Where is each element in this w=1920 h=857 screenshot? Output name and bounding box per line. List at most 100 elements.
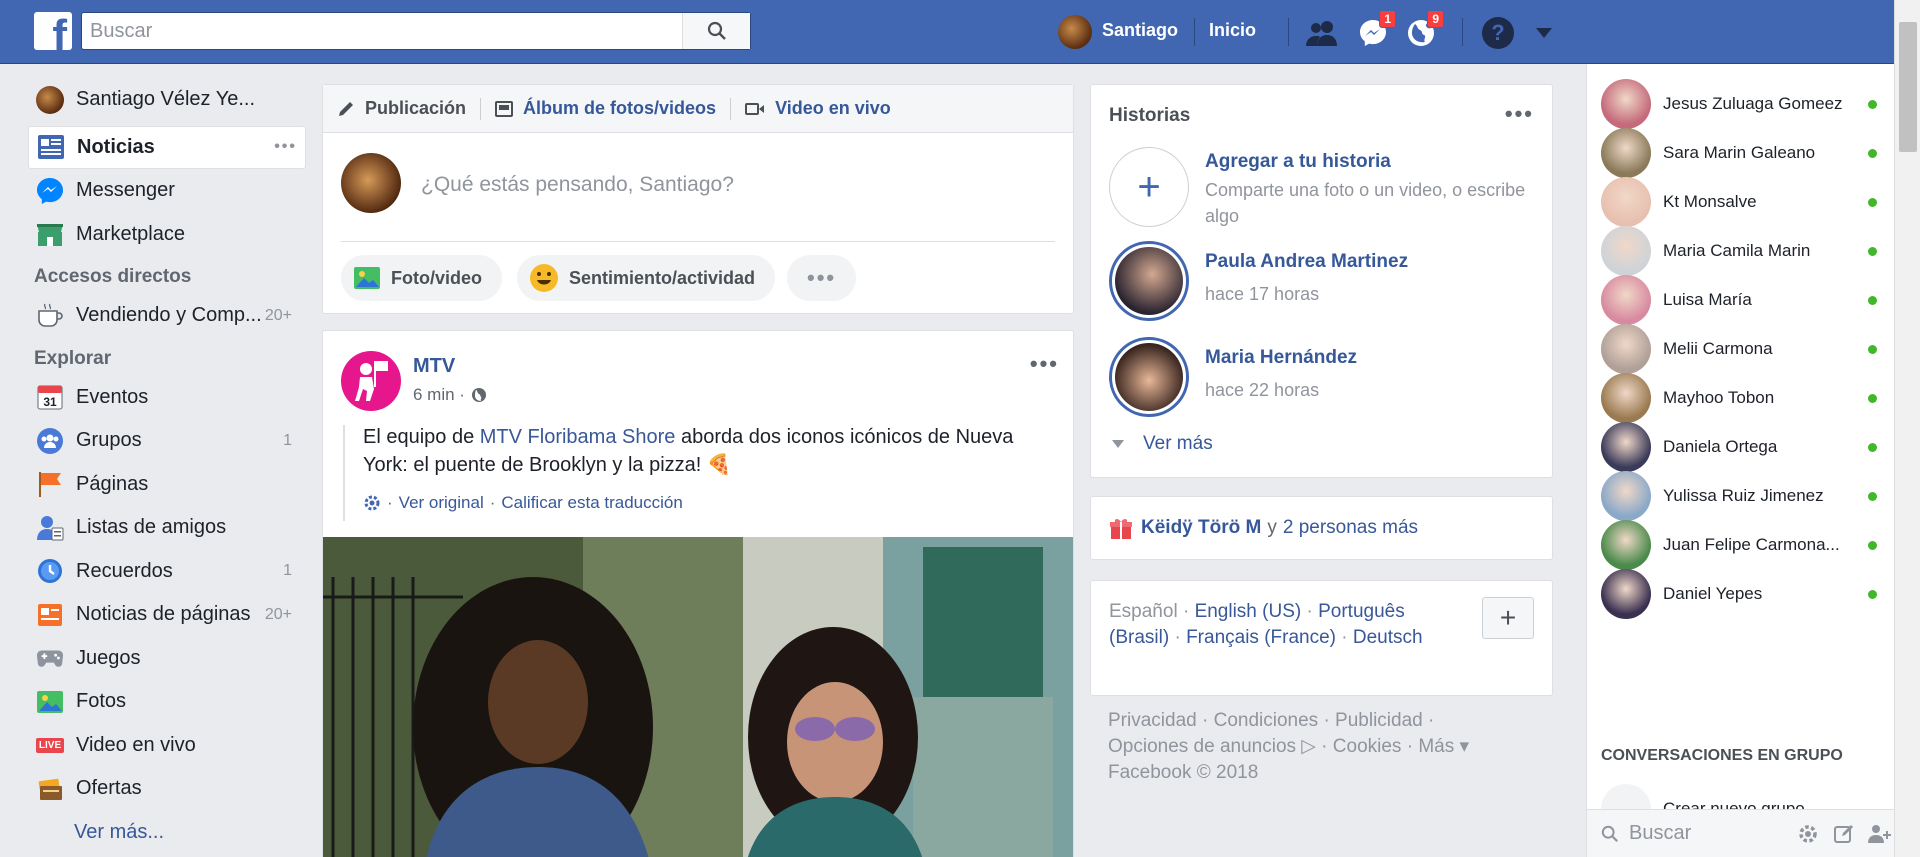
contact-name: Maria Camila Marin: [1663, 241, 1811, 260]
chat-contact[interactable]: Kt Monsalve: [1601, 176, 1891, 228]
post-text-part: El equipo de: [363, 426, 480, 448]
contact-avatar: [1601, 275, 1651, 325]
contact-avatar: [1601, 79, 1651, 129]
new-group-icon[interactable]: [1867, 823, 1893, 845]
mtv-page-avatar[interactable]: [341, 351, 401, 411]
sidebar-item-offers[interactable]: Ofertas: [28, 767, 306, 811]
chat-contact[interactable]: Daniela Ortega: [1601, 421, 1891, 473]
explore-heading: Explorar: [34, 347, 112, 369]
search-input[interactable]: [90, 16, 670, 46]
sidebar-item-events[interactable]: 31 Eventos: [28, 376, 306, 420]
story-time: hace 22 horas: [1205, 380, 1320, 400]
gear-icon[interactable]: [363, 494, 381, 512]
profile-link[interactable]: Santiago: [1102, 20, 1178, 41]
coffee-cup-icon: [36, 302, 64, 330]
see-more-stories-link[interactable]: Ver más: [1111, 433, 1213, 455]
home-link[interactable]: Inicio: [1209, 20, 1256, 41]
footer-line[interactable]: Privacidad · Condiciones · Publicidad ·: [1108, 708, 1528, 734]
sidebar-item-messenger[interactable]: Messenger: [28, 169, 306, 213]
scrollbar-thumb[interactable]: [1899, 22, 1917, 152]
compose-icon[interactable]: [1833, 823, 1855, 845]
tab-photo-album[interactable]: Álbum de fotos/videos: [495, 98, 716, 119]
contact-avatar: [1601, 226, 1651, 276]
language-option[interactable]: English (US): [1195, 601, 1302, 622]
chat-contact[interactable]: Maria Camila Marin: [1601, 225, 1891, 277]
notifications-button[interactable]: 9: [1404, 10, 1444, 50]
chat-contact[interactable]: Sara Marin Galeano: [1601, 127, 1891, 179]
search-button[interactable]: [682, 13, 750, 49]
online-status-dot: [1868, 540, 1877, 550]
sidebar-item-marketplace[interactable]: Marketplace: [28, 213, 306, 257]
photo-album-icon: [495, 100, 514, 117]
story-time: hace 17 horas: [1205, 284, 1320, 304]
translation-options: · Ver original · Calificar esta traducci…: [363, 493, 683, 513]
search-box: [81, 12, 751, 50]
language-option[interactable]: Deutsch: [1353, 627, 1423, 648]
sidebar-item-shortcut[interactable]: Vendiendo y Comp... 20+: [28, 294, 306, 338]
see-more-link[interactable]: Ver más...: [28, 811, 306, 855]
friend-requests-button[interactable]: [1305, 16, 1339, 50]
sidebar-item-profile[interactable]: Santiago Vélez Ye...: [28, 78, 306, 122]
contact-avatar: [1601, 177, 1651, 227]
sidebar-item-games[interactable]: Juegos: [28, 637, 306, 681]
chat-contact[interactable]: Luisa María: [1601, 274, 1891, 326]
facebook-logo[interactable]: f: [34, 12, 72, 50]
sidebar-item-friend-lists[interactable]: Listas de amigos: [28, 506, 306, 550]
footer-line[interactable]: Opciones de anuncios ▷ · Cookies · Más ▾: [1108, 734, 1528, 760]
feeling-activity-button[interactable]: Sentimiento/actividad: [517, 255, 776, 301]
sidebar-item-news-feed[interactable]: Noticias •••: [28, 125, 306, 169]
item-count: 1: [283, 431, 292, 449]
rate-translation-link[interactable]: Calificar esta traducción: [501, 493, 682, 513]
chat-contact[interactable]: Mayhoo Tobon: [1601, 372, 1891, 424]
astronaut-icon: [355, 361, 388, 401]
more-options-button[interactable]: •••: [787, 255, 857, 301]
separator-dot: ·: [387, 493, 393, 512]
chat-search-input[interactable]: [1629, 822, 1779, 845]
sidebar-item-groups[interactable]: Grupos 1: [28, 419, 306, 463]
chat-contact[interactable]: Melii Carmona: [1601, 323, 1891, 375]
sidebar-item-pages[interactable]: Páginas: [28, 463, 306, 507]
composer-input[interactable]: ¿Qué estás pensando, Santiago?: [421, 173, 734, 197]
chat-contact[interactable]: Juan Felipe Carmona...: [1601, 519, 1891, 571]
composer-tabs: Publicación Álbum de fotos/videos Video …: [323, 85, 1073, 133]
help-button[interactable]: ?: [1481, 16, 1515, 50]
gear-icon[interactable]: [1797, 823, 1819, 845]
photo-video-button[interactable]: Foto/video: [341, 255, 502, 301]
account-menu-button[interactable]: [1527, 16, 1561, 50]
add-language-button[interactable]: +: [1482, 597, 1534, 639]
tab-live-video[interactable]: Video en vivo: [745, 98, 891, 119]
messages-button[interactable]: 1: [1356, 10, 1396, 50]
chat-contact[interactable]: Daniel Yepes: [1601, 568, 1891, 620]
sidebar-item-label: Fotos: [76, 690, 127, 713]
online-status-dot: [1868, 295, 1877, 305]
birthday-others-link[interactable]: 2 personas más: [1283, 517, 1418, 539]
story-avatar: [1109, 337, 1189, 417]
sidebar-item-label: Ofertas: [76, 777, 142, 800]
tab-post[interactable]: Publicación: [337, 98, 466, 119]
chat-contact[interactable]: Jesus Zuluaga Gomeez: [1601, 78, 1891, 130]
sidebar-item-photos[interactable]: Fotos: [28, 680, 306, 724]
sidebar-item-memories[interactable]: Recuerdos 1: [28, 550, 306, 594]
post-video[interactable]: [323, 537, 1073, 857]
tagged-page-link[interactable]: MTV Floribama Shore: [480, 426, 676, 448]
sidebar-item-label: Juegos: [76, 646, 141, 669]
birthday-person-link[interactable]: Këidÿ Törö M: [1141, 517, 1261, 539]
online-status-dot: [1868, 491, 1877, 501]
language-option[interactable]: Français (France): [1186, 627, 1336, 648]
chat-contact[interactable]: Yulissa Ruiz Jimenez: [1601, 470, 1891, 522]
post-author-link[interactable]: MTV: [413, 355, 455, 378]
languages-panel: Español · English (US) · Português (Bras…: [1090, 580, 1553, 696]
feed-post: MTV 6 min · ••• El equipo de MTV Floriba…: [322, 330, 1074, 857]
page-scrollbar[interactable]: [1894, 0, 1920, 857]
news-feed-icon: [37, 133, 65, 161]
sidebar-item-pages-feed[interactable]: Noticias de páginas 20+: [28, 593, 306, 637]
stories-options-button[interactable]: •••: [1505, 101, 1534, 127]
see-original-link[interactable]: Ver original: [399, 493, 484, 513]
story-avatar: [1109, 241, 1189, 321]
sidebar-item-live-video[interactable]: LIVE Video en vivo: [28, 724, 306, 768]
post-options-button[interactable]: •••: [1030, 351, 1059, 377]
contact-name: Luisa María: [1663, 290, 1752, 309]
more-options-icon[interactable]: •••: [274, 138, 297, 156]
profile-avatar[interactable]: [1058, 15, 1092, 49]
top-navigation-bar: f Santiago Inicio 1 9 ?: [0, 0, 1920, 64]
